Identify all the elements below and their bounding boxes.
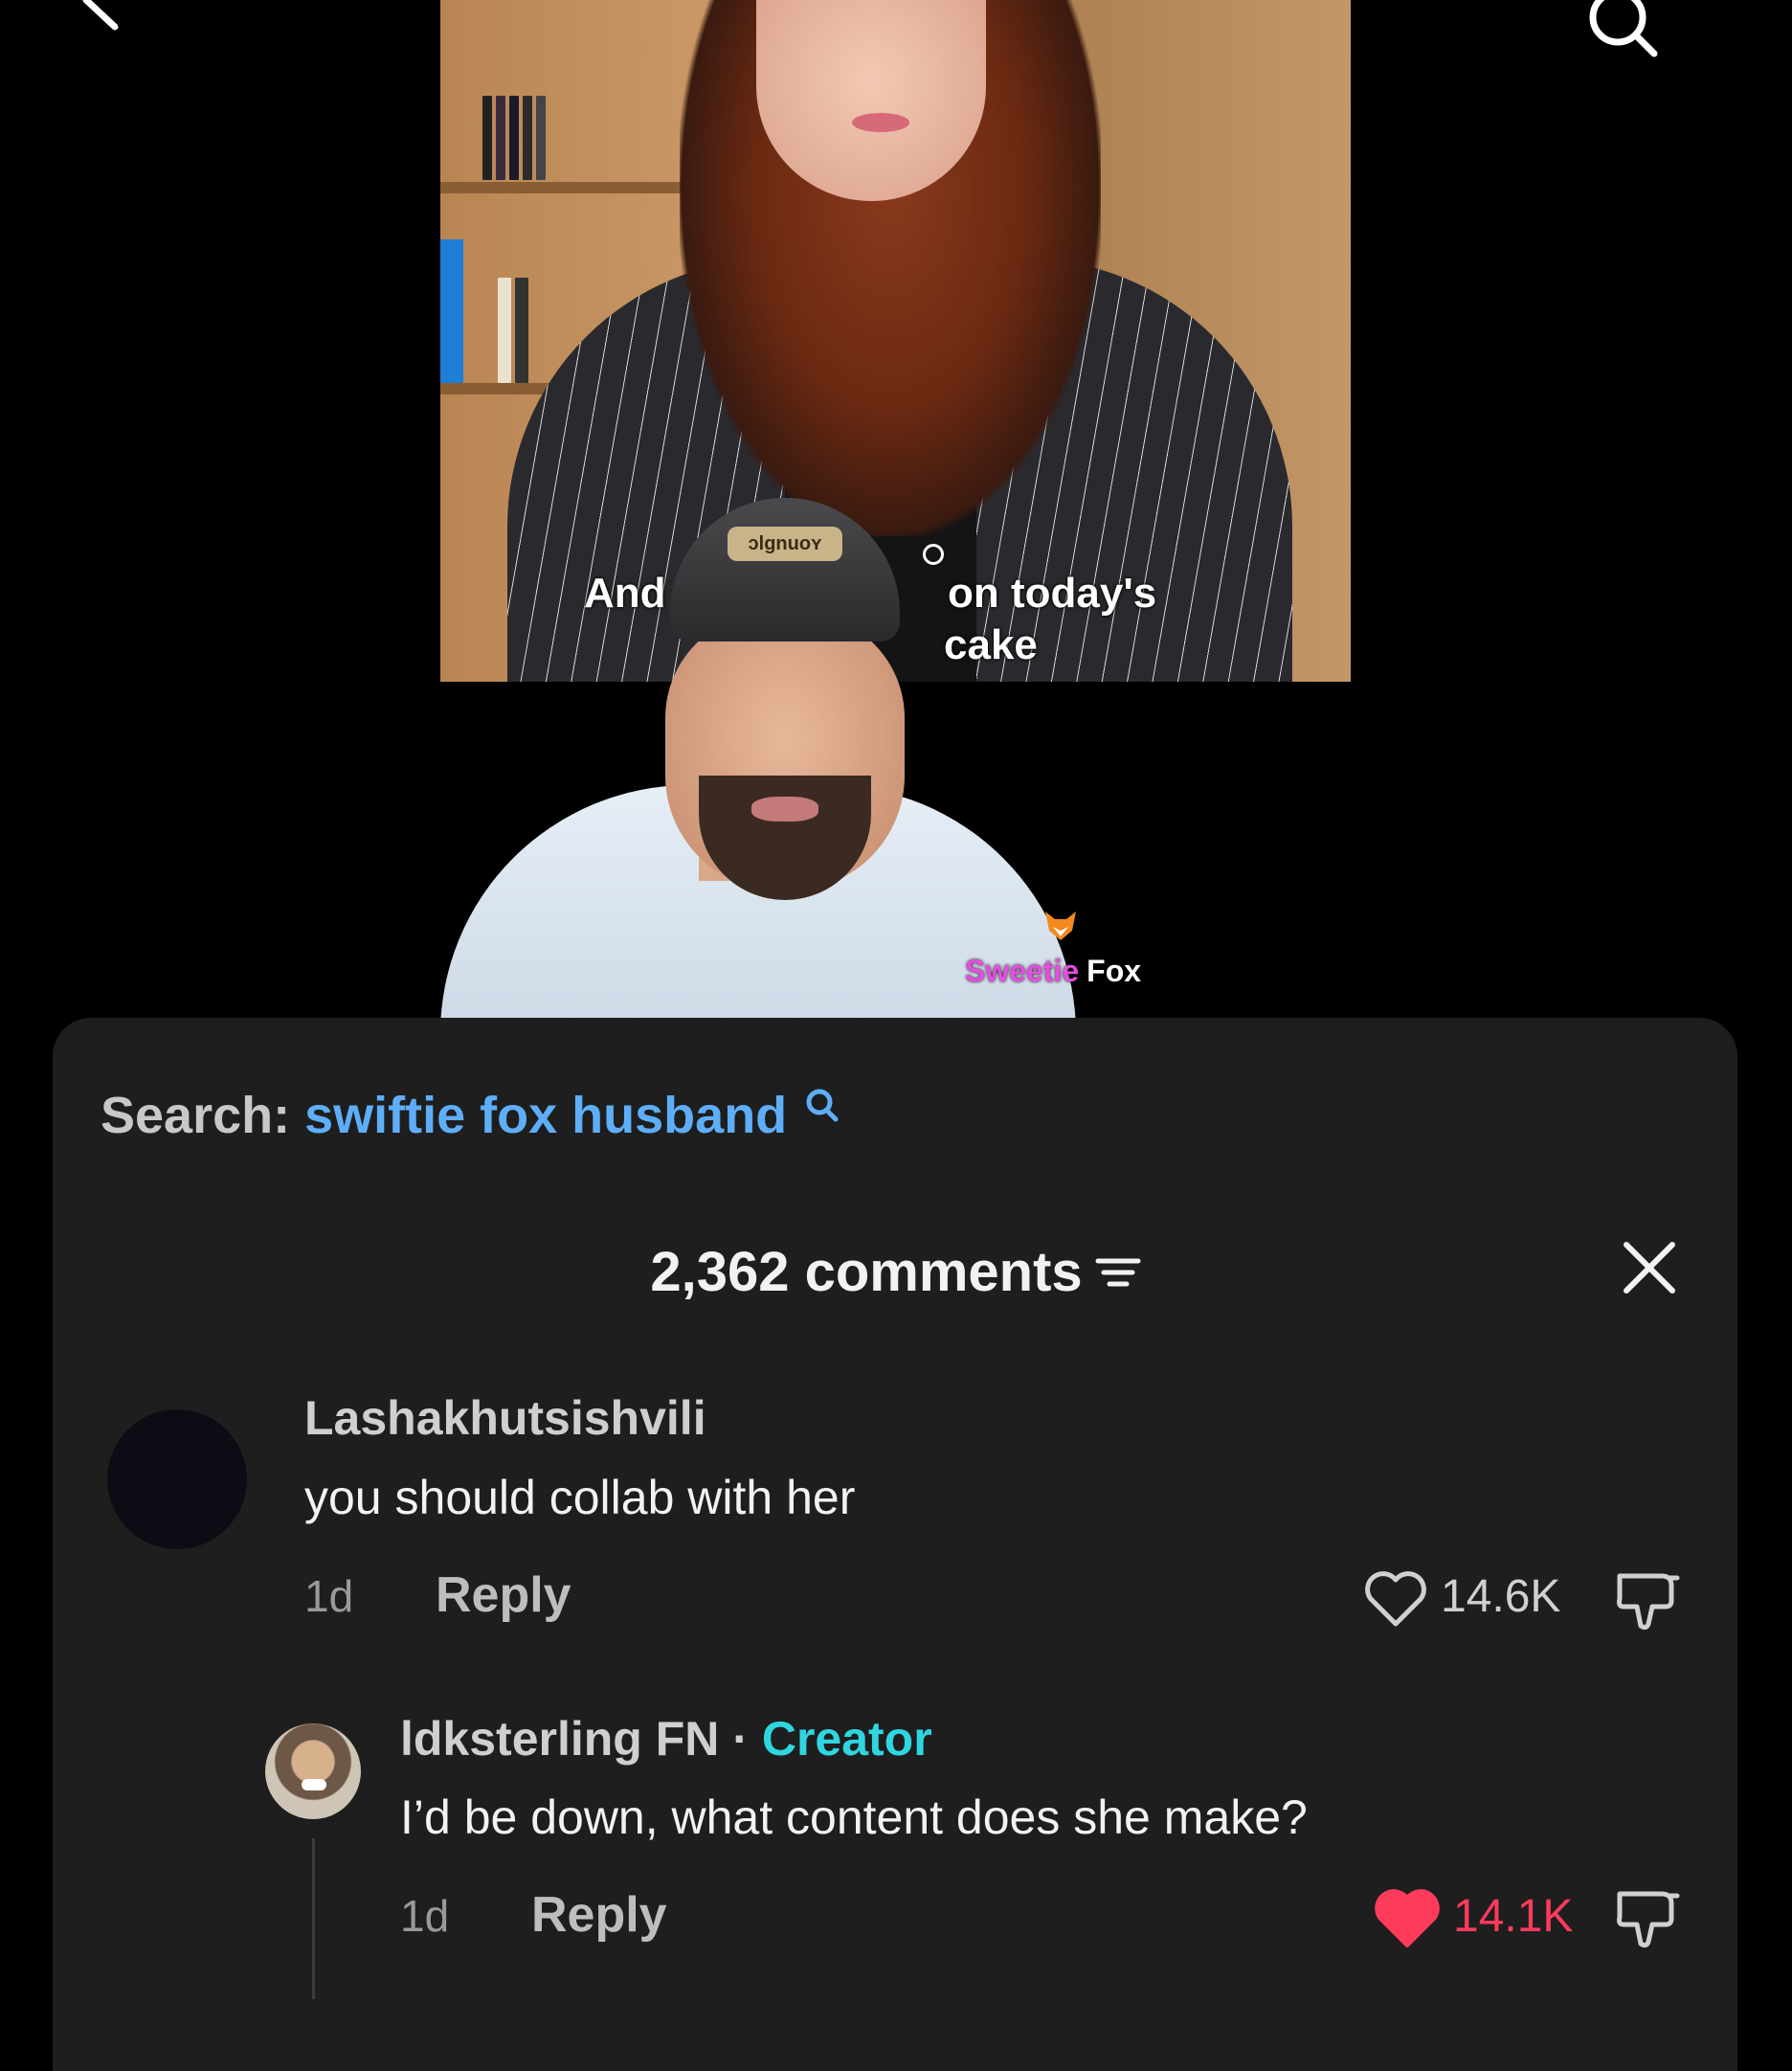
figurine [440,239,463,383]
creator-mouth [751,797,818,822]
book [515,278,528,383]
video-watermark: Sweetie Fox [965,954,1141,989]
book [496,96,505,180]
creator-overlay-video: ɔlgnuoʏ [440,498,1076,1018]
comment-username[interactable]: ldksterling FN [400,1712,719,1766]
shelf [440,182,689,193]
creator-cap [670,498,900,642]
reply-button[interactable]: Reply [436,1566,571,1624]
search-small-icon [806,1089,839,1122]
like-count: 14.1K [1453,1891,1574,1942]
like-count: 14.6K [1441,1571,1561,1622]
watermark-white-text: Fox [1086,954,1142,988]
heart-filled-icon[interactable] [1373,1888,1442,1949]
dislike-icon[interactable] [1614,1568,1683,1633]
comment-age: 1d [400,1891,450,1941]
book [498,278,511,383]
close-icon[interactable] [1623,1241,1676,1294]
book [509,96,519,180]
person-lips [852,113,909,132]
creator-badge: Creator [761,1712,932,1766]
dislike-icon[interactable] [1614,1886,1683,1951]
search-label: Search: [101,1087,291,1144]
separator-dot: · [732,1712,749,1766]
comment-username[interactable]: Lashakhutsishvili [304,1390,706,1446]
avatar-smile [302,1779,326,1790]
reply-username-row: ldksterling FN · Creator [400,1711,932,1767]
reply-button[interactable]: Reply [531,1886,667,1944]
thread-line [312,1838,315,1999]
back-chevron-icon[interactable] [77,0,134,34]
avatar[interactable] [265,1723,361,1819]
search-term-link[interactable]: swiftie fox husband [304,1087,787,1144]
watermark-pink-text: Sweetie [965,954,1080,988]
comments-count: 2,362 comments [650,1241,1083,1303]
cap-patch: ɔlgnuoʏ [728,527,842,561]
filter-icon[interactable] [1094,1253,1142,1292]
book [536,96,546,180]
book [523,96,532,180]
comment-text: I’d be down, what content does she make? [400,1790,1308,1844]
video-player[interactable]: And on today's cake ɔlgnuoʏ Sweetie Fox [0,0,1792,1018]
related-search[interactable]: Search: swiftie fox husband [101,1087,841,1144]
search-icon[interactable] [1579,0,1666,61]
comments-header: 2,362 comments [0,1240,1792,1304]
comment-text: you should collab with her [304,1471,856,1524]
comment-age: 1d [304,1571,354,1621]
heart-outline-icon[interactable] [1363,1570,1428,1630]
fox-icon [1045,912,1076,940]
avatar[interactable] [107,1409,247,1549]
book [482,96,492,180]
cap-patch-text: ɔlgnuoʏ [748,533,822,554]
